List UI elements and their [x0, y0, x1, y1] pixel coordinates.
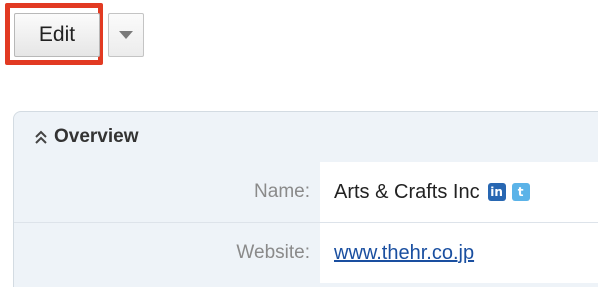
caret-down-icon	[119, 31, 133, 39]
actions-dropdown-button[interactable]	[108, 13, 144, 57]
double-chevron-up-icon[interactable]	[34, 129, 48, 145]
record-view: Edit Overview Name: Arts & Crafts Inc in…	[0, 0, 598, 287]
overview-panel-title: Overview	[54, 126, 139, 147]
edit-button[interactable]: Edit	[14, 13, 100, 57]
overview-panel-header[interactable]: Overview	[14, 112, 598, 162]
linkedin-icon[interactable]: in	[487, 183, 506, 201]
website-field-value-cell: www.thehr.co.jp	[320, 223, 598, 283]
name-field-value: Arts & Crafts Inc	[334, 180, 480, 203]
name-field-value-cell: Arts & Crafts Inc in t	[320, 162, 598, 222]
website-link[interactable]: www.thehr.co.jp	[334, 242, 474, 265]
edit-button-label: Edit	[38, 23, 76, 46]
overview-panel: Overview Name: Arts & Crafts Inc in t We…	[13, 111, 598, 287]
website-field-label: Website:	[14, 223, 310, 283]
name-field-row: Name: Arts & Crafts Inc in t	[14, 162, 598, 222]
name-field-label: Name:	[14, 162, 310, 222]
website-field-row: Website: www.thehr.co.jp	[14, 223, 598, 283]
twitter-icon[interactable]: t	[511, 183, 530, 201]
